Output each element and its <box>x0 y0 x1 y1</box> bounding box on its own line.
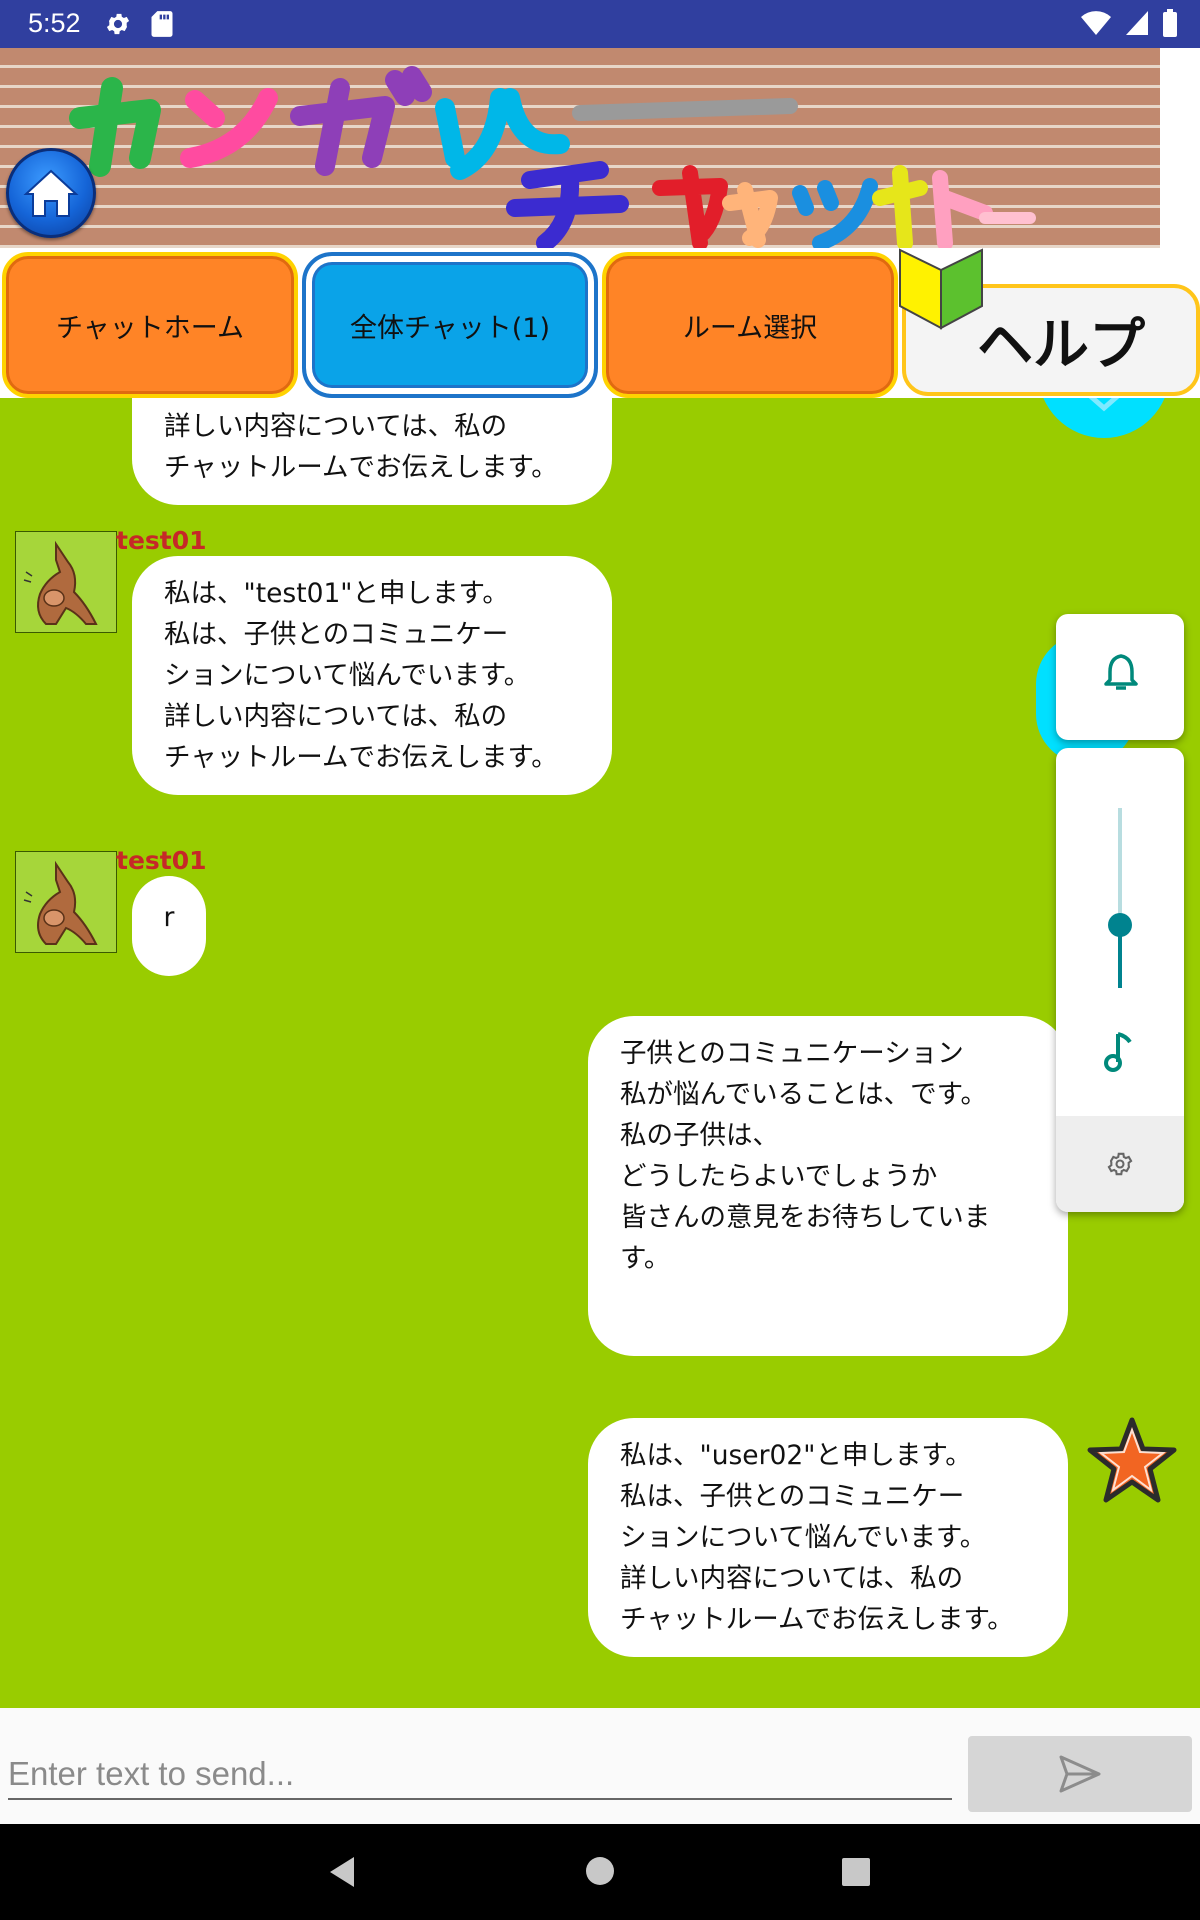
tab-label: ルーム選択 <box>682 312 818 344</box>
send-icon <box>1059 1755 1101 1793</box>
home-button[interactable] <box>6 148 96 238</box>
message-bubble-own: 私は、"user02"と申します。 私は、子供とのコミュニケー ションについて悩… <box>588 1418 1068 1657</box>
tab-chat-home[interactable]: チャットホーム <box>2 252 298 398</box>
favorite-star-button[interactable] <box>1086 1416 1178 1510</box>
message-username: test01 <box>116 846 207 875</box>
sd-card-icon <box>150 10 174 42</box>
app-title-logo <box>69 66 1036 248</box>
message-bubble-own: 子供とのコミュニケーション 私が悩んでいることは、です。 私の子供は、 どうした… <box>588 1016 1068 1356</box>
signal-icon <box>1124 9 1150 41</box>
system-nav-bar <box>0 1824 1200 1920</box>
avatar[interactable] <box>15 531 117 633</box>
bell-icon[interactable] <box>1104 652 1138 696</box>
settings-icon <box>104 10 132 42</box>
recents-icon[interactable] <box>842 1858 870 1890</box>
star-icon <box>1087 1417 1177 1503</box>
wifi-icon <box>1080 9 1112 41</box>
chat-message-list[interactable]: 詳しい内容については、私の チャットルームでお伝えします。 test01 私は、… <box>0 398 1200 1708</box>
send-button[interactable] <box>968 1736 1192 1812</box>
volume-settings-button[interactable] <box>1056 1116 1184 1212</box>
avatar[interactable] <box>15 851 117 953</box>
music-note-icon <box>1104 1030 1134 1076</box>
kangaroo-avatar-icon <box>16 532 116 632</box>
tab-label: 全体チャット(1) <box>350 312 550 344</box>
message-username: test01 <box>116 526 207 555</box>
volume-slider-thumb[interactable] <box>1108 913 1132 937</box>
status-time: 5:52 <box>28 8 81 38</box>
message-bubble: r <box>132 876 206 976</box>
home-icon <box>23 169 79 217</box>
home-nav-icon[interactable] <box>585 1856 615 1890</box>
volume-panel-header <box>1056 614 1184 740</box>
tab-room-select[interactable]: ルーム選択 <box>602 252 898 398</box>
scroll-down-button[interactable] <box>1038 398 1170 438</box>
message-bubble: 詳しい内容については、私の チャットルームでお伝えします。 <box>132 398 612 505</box>
kangaroo-avatar-icon <box>16 852 116 952</box>
battery-icon <box>1162 9 1178 41</box>
message-bubble: 私は、"test01"と申します。 私は、子供とのコミュニケー ションについて悩… <box>132 556 612 795</box>
header-banner <box>0 48 1200 248</box>
status-bar: 5:52 <box>0 0 1200 48</box>
gear-icon <box>1106 1150 1134 1182</box>
back-icon[interactable] <box>326 1854 358 1894</box>
message-input[interactable] <box>8 1750 952 1800</box>
tab-label: ヘルプ <box>977 312 1145 378</box>
volume-panel <box>1056 748 1184 1212</box>
tab-all-chat[interactable]: 全体チャット(1) <box>302 252 598 398</box>
beginner-mark-icon <box>899 248 983 330</box>
tab-label: チャットホーム <box>56 312 244 344</box>
chevron-down-icon <box>1088 398 1120 412</box>
nav-tabs: チャットホーム 全体チャット(1) ルーム選択 ヘルプ <box>0 248 1200 398</box>
message-input-bar <box>0 1708 1200 1824</box>
